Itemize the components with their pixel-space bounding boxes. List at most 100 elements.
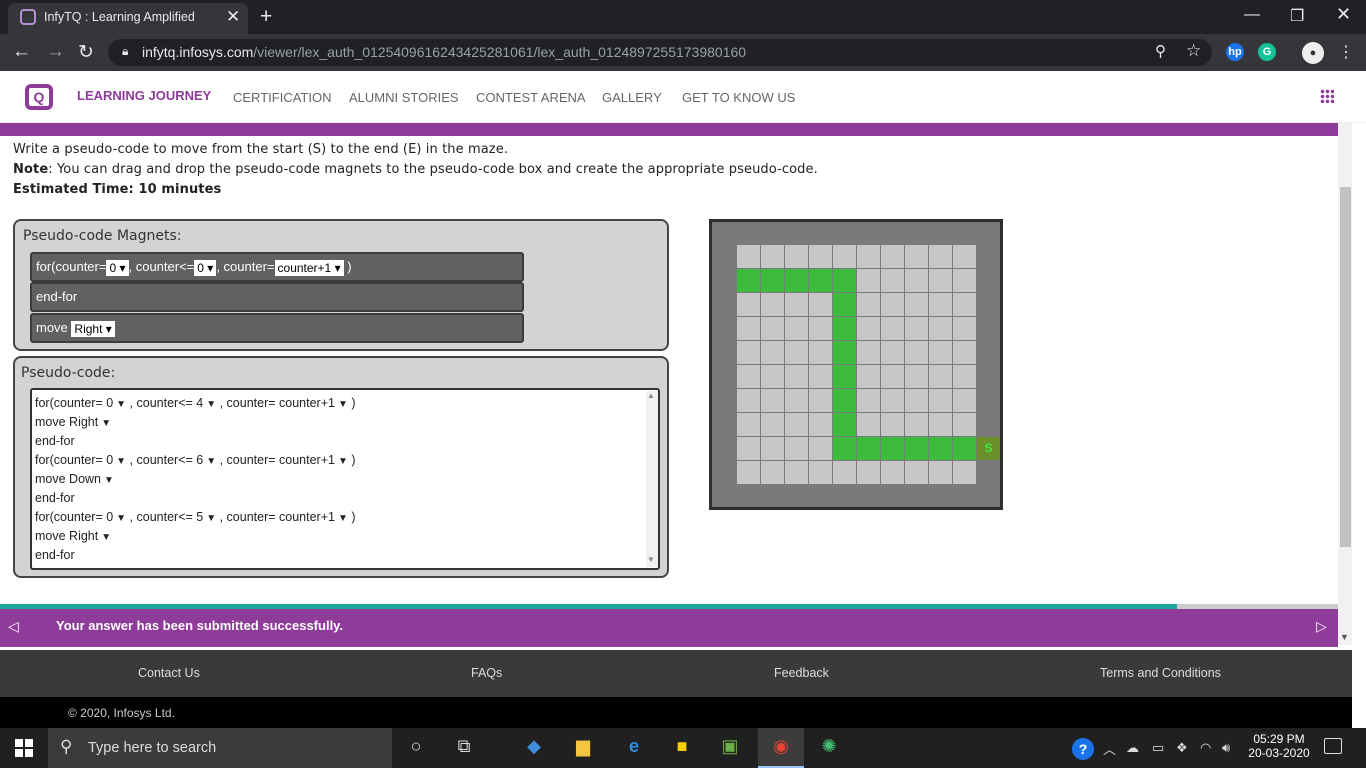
code-endfor-line[interactable]: end-for — [35, 546, 635, 565]
hp-extension-icon[interactable]: hp — [1226, 43, 1244, 61]
nav-alumni-stories[interactable]: ALUMNI STORIES — [349, 90, 459, 105]
apps-grid-icon[interactable] — [1320, 89, 1334, 103]
code-scrollbar[interactable] — [646, 391, 658, 567]
infytq-logo[interactable]: Q — [25, 84, 53, 110]
for-end-select[interactable]: 0 ▾ — [194, 259, 217, 276]
help-icon[interactable]: ? — [1072, 738, 1094, 760]
code-select[interactable]: 0 — [106, 453, 113, 467]
bookmark-star-icon[interactable]: ☆ — [1186, 41, 1201, 61]
footer-faqs[interactable]: FAQs — [471, 666, 502, 680]
dropdown-arrow-icon[interactable]: ▼ — [116, 456, 126, 467]
dropdown-arrow-icon[interactable]: ▼ — [116, 513, 126, 524]
code-select[interactable]: 0 — [106, 396, 113, 410]
maze-cell — [809, 245, 832, 268]
maze-cell — [953, 245, 976, 268]
reload-icon[interactable]: ↻ — [78, 41, 94, 64]
dropdown-arrow-icon[interactable]: ▼ — [116, 399, 126, 410]
minimize-icon[interactable]: — — [1244, 6, 1260, 24]
exercise-title-bar — [0, 123, 1338, 136]
maze-cell — [881, 365, 904, 388]
dropdown-arrow-icon[interactable]: ▼ — [338, 456, 348, 467]
forward-icon[interactable]: → — [46, 41, 65, 63]
vscode-icon[interactable]: ◆ — [520, 736, 548, 757]
for-loop-magnet[interactable]: for(counter= 0 ▾, counter<= 0 ▾, counter= c… — [30, 252, 524, 282]
code-for-line[interactable]: for(counter= 0 ▼ , counter<= 5 ▼ , counter… — [35, 508, 635, 527]
previous-arrow-icon[interactable]: ◁ — [8, 618, 19, 635]
new-tab-icon[interactable]: + — [260, 5, 272, 29]
scroll-down-icon[interactable]: ▼ — [647, 555, 655, 564]
nav-gallery[interactable]: GALLERY — [602, 90, 662, 105]
volume-icon[interactable]: 🔊︎ — [1222, 740, 1230, 756]
dropdown-arrow-icon[interactable]: ▼ — [338, 513, 348, 524]
code-select[interactable]: Right — [69, 529, 98, 543]
dropdown-arrow-icon[interactable]: ▼ — [101, 418, 111, 429]
tray-expand-icon[interactable]: ︿ — [1103, 739, 1116, 758]
dropdown-arrow-icon[interactable]: ▼ — [206, 456, 216, 467]
notifications-icon[interactable] — [1324, 738, 1342, 754]
edge-icon[interactable]: e — [620, 736, 648, 757]
move-direction-select[interactable]: Right ▾ — [71, 320, 115, 337]
code-for-line[interactable]: for(counter= 0 ▼ , counter<= 4 ▼ , counter… — [35, 394, 635, 413]
nav-contest-arena[interactable]: CONTEST ARENA — [476, 90, 586, 105]
for-start-select[interactable]: 0 ▾ — [106, 259, 129, 276]
page-scroll-thumb[interactable] — [1340, 187, 1351, 547]
nav-certification[interactable]: CERTIFICATION — [233, 90, 331, 105]
windows-start-icon[interactable] — [15, 739, 33, 757]
footer-contact-us[interactable]: Contact Us — [138, 666, 200, 680]
window-close-icon[interactable]: ✕ — [1336, 4, 1351, 25]
grammarly-extension-icon[interactable]: G — [1258, 43, 1276, 61]
lock-icon[interactable]: 🔒︎ — [122, 44, 128, 59]
zoom-icon[interactable]: ⚲ — [1155, 42, 1166, 60]
code-select[interactable]: 5 — [196, 510, 203, 524]
for-step-select[interactable]: counter+1 ▾ — [274, 259, 344, 276]
battery-icon[interactable]: ▭ — [1152, 740, 1164, 756]
code-select[interactable]: Right — [69, 415, 98, 429]
code-select[interactable]: counter+1 — [279, 396, 335, 410]
taskbar-clock[interactable]: 05:29 PM 20-03-2020 — [1242, 732, 1316, 760]
end-for-magnet[interactable]: end-for — [30, 282, 524, 312]
nav-get-to-know-us[interactable]: GET TO KNOW US — [682, 90, 795, 105]
maze-cell — [857, 389, 880, 412]
code-select[interactable]: counter+1 — [279, 453, 335, 467]
maze-board: S — [709, 219, 1003, 510]
footer-terms[interactable]: Terms and Conditions — [1100, 666, 1221, 680]
browser-menu-icon[interactable]: ⋮ — [1338, 42, 1354, 62]
scroll-up-icon[interactable]: ▲ — [647, 391, 655, 400]
nav-learning-journey[interactable]: LEARNING JOURNEY — [77, 88, 211, 103]
code-endfor-line[interactable]: end-for — [35, 489, 635, 508]
dropdown-arrow-icon[interactable]: ▼ — [104, 475, 114, 486]
close-tab-icon[interactable]: ✕ — [226, 7, 240, 27]
cortana-icon[interactable]: ○ — [402, 736, 430, 757]
code-select[interactable]: 0 — [106, 510, 113, 524]
wifi-icon[interactable]: ◠ — [1200, 740, 1211, 756]
atom-icon[interactable]: ✺ — [815, 736, 843, 757]
profile-avatar[interactable]: ● — [1302, 42, 1324, 64]
url-text[interactable]: infytq.infosys.com/viewer/lex_auth_01254… — [142, 44, 746, 60]
code-move-line[interactable]: move Down ▼ — [35, 470, 635, 489]
app-icon[interactable]: ▣ — [716, 736, 744, 757]
dropdown-arrow-icon[interactable]: ▼ — [206, 513, 216, 524]
dropdown-arrow-icon[interactable]: ▼ — [206, 399, 216, 410]
code-move-line[interactable]: move Right ▼ — [35, 413, 635, 432]
code-select[interactable]: 4 — [196, 396, 203, 410]
dropbox-icon[interactable]: ❖ — [1176, 740, 1188, 756]
code-select[interactable]: 6 — [196, 453, 203, 467]
restore-icon[interactable]: ❐ — [1290, 6, 1304, 26]
back-icon[interactable]: ← — [12, 41, 31, 63]
code-move-line[interactable]: move Right ▼ — [35, 527, 635, 546]
dropdown-arrow-icon[interactable]: ▼ — [338, 399, 348, 410]
code-select[interactable]: counter+1 — [279, 510, 335, 524]
sticky-notes-icon[interactable]: ■ — [668, 736, 696, 757]
code-text: ) — [347, 510, 356, 524]
dropdown-arrow-icon[interactable]: ▼ — [101, 532, 111, 543]
code-select[interactable]: Down — [69, 472, 101, 486]
page-scroll-down-icon[interactable]: ▼ — [1340, 632, 1349, 642]
move-magnet[interactable]: move Right ▾ — [30, 313, 524, 343]
code-for-line[interactable]: for(counter= 0 ▼ , counter<= 6 ▼ , counter… — [35, 451, 635, 470]
code-endfor-line[interactable]: end-for — [35, 432, 635, 451]
footer-feedback[interactable]: Feedback — [774, 666, 829, 680]
onedrive-icon[interactable]: ☁ — [1126, 740, 1139, 756]
file-explorer-icon[interactable]: ▆ — [569, 736, 597, 757]
next-arrow-icon[interactable]: ▷ — [1316, 618, 1327, 635]
task-view-icon[interactable]: ⧉ — [450, 736, 478, 757]
